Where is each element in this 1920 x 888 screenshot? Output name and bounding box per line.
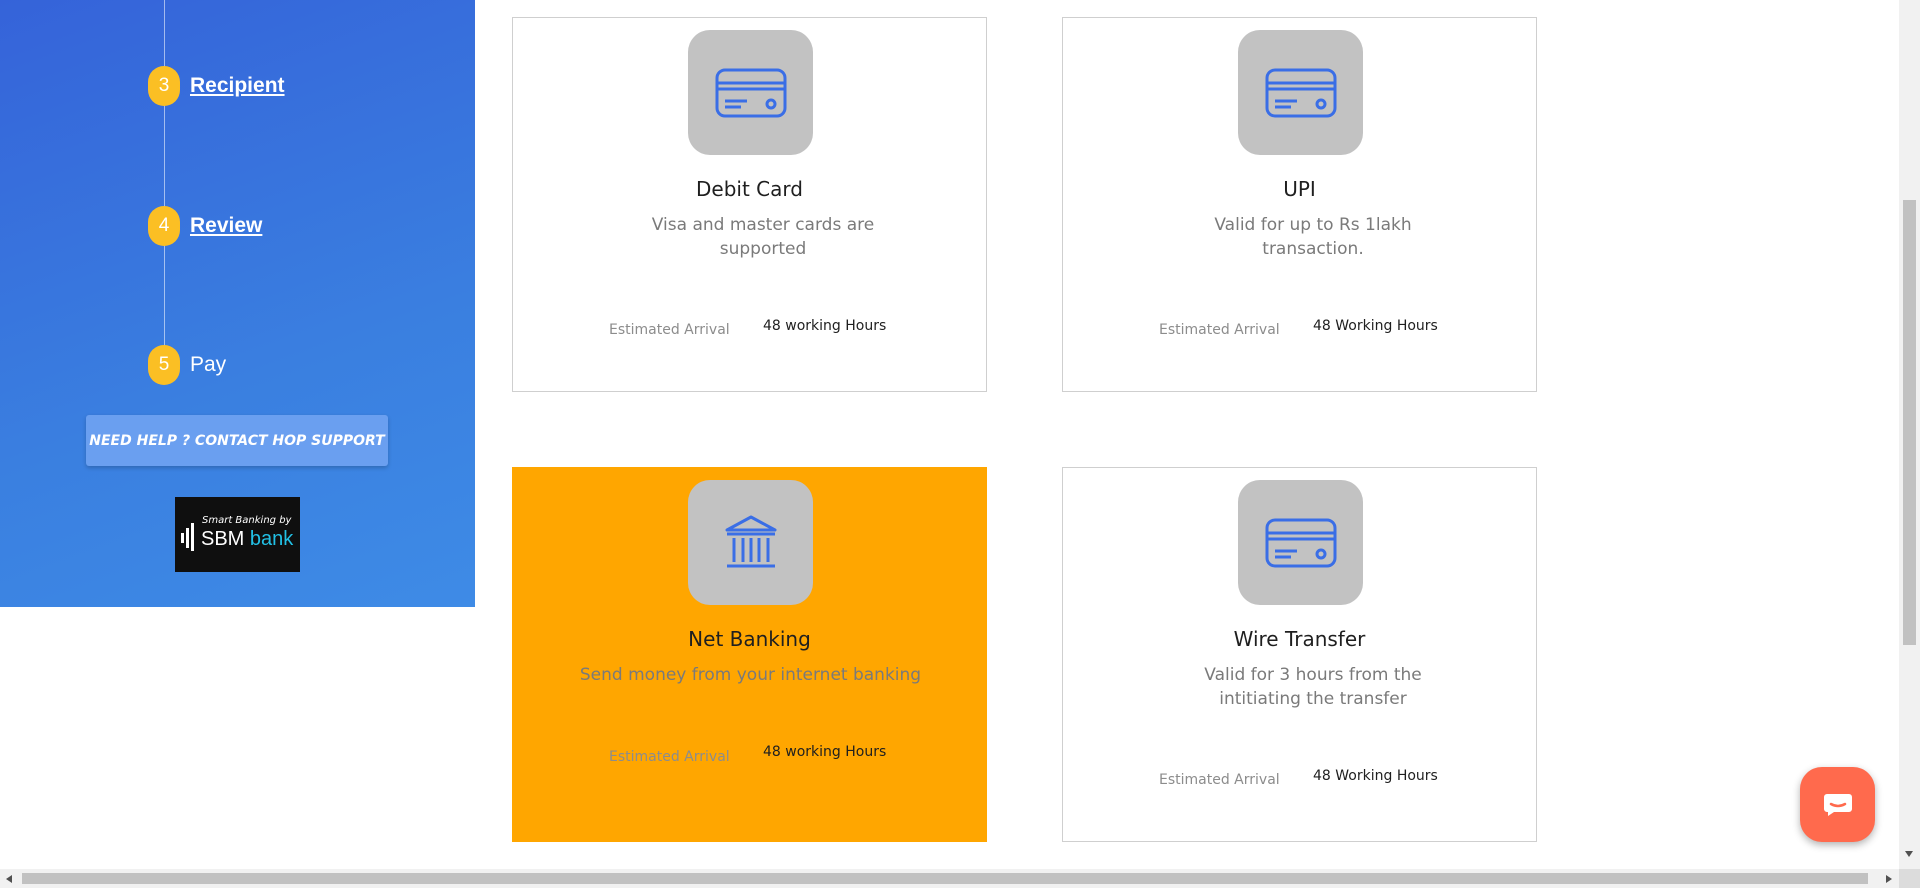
credit-card-icon xyxy=(715,68,786,117)
card-icon-tile xyxy=(688,30,813,155)
contact-support-button[interactable]: NEED HELP ? CONTACT HOP SUPPORT xyxy=(86,415,388,466)
logo-name-sub: bank xyxy=(249,528,294,550)
card-icon-tile xyxy=(1238,480,1363,605)
step-pay-label: Pay xyxy=(190,353,227,376)
logo-bars-icon xyxy=(181,523,194,551)
step-recipient-link[interactable]: Recipient xyxy=(190,74,285,98)
payment-option-debit-card[interactable]: Debit Card Visa and master cards are sup… xyxy=(512,17,987,392)
arrival-value: 48 working Hours xyxy=(763,318,887,334)
card-title: Wire Transfer xyxy=(1233,627,1366,651)
card-title: Debit Card xyxy=(696,177,803,201)
payment-option-wire-transfer[interactable]: Wire Transfer Valid for 3 hours from the… xyxy=(1062,467,1537,842)
credit-card-icon xyxy=(1265,68,1336,117)
chat-bubble-icon xyxy=(1823,793,1852,816)
arrival-value: 48 working Hours xyxy=(763,744,887,760)
arrival-value: 48 Working Hours xyxy=(1313,318,1438,334)
horizontal-scrollbar-thumb[interactable] xyxy=(22,873,1868,884)
vertical-scrollbar[interactable] xyxy=(1899,0,1920,869)
step-review[interactable]: 4 Review xyxy=(148,206,262,246)
timeline-line xyxy=(164,0,165,365)
arrival-label: Estimated Arrival xyxy=(609,749,730,765)
bank-icon xyxy=(725,515,776,567)
card-title: Net Banking xyxy=(688,627,811,651)
app-viewport: 3 Recipient 4 Review 5 Pay NEED HELP ? C… xyxy=(0,0,1920,888)
card-description: Valid for up to Rs 1lakh transaction. xyxy=(1214,215,1412,259)
logo-name-main: SBM xyxy=(201,528,245,550)
step-review-link[interactable]: Review xyxy=(190,214,262,238)
scroll-down-arrow-icon[interactable] xyxy=(1905,851,1913,857)
scrollbar-corner xyxy=(1899,869,1920,888)
arrival-label: Estimated Arrival xyxy=(1159,322,1280,338)
step-number-badge: 5 xyxy=(148,345,180,385)
step-number-badge: 4 xyxy=(148,206,180,246)
payment-option-upi[interactable]: UPI Valid for up to Rs 1lakh transaction… xyxy=(1062,17,1537,392)
chat-launcher-button[interactable] xyxy=(1800,767,1875,842)
scroll-right-arrow-icon[interactable] xyxy=(1886,875,1892,883)
card-description: Send money from your internet banking xyxy=(579,665,922,685)
arrival-label: Estimated Arrival xyxy=(1159,772,1280,788)
card-icon-tile xyxy=(1238,30,1363,155)
credit-card-icon xyxy=(1265,518,1336,567)
horizontal-scrollbar[interactable] xyxy=(0,869,1899,888)
card-icon-tile xyxy=(688,480,813,605)
logo-name: SBM bank xyxy=(201,528,293,551)
payment-option-net-banking[interactable]: Net Banking Send money from your interne… xyxy=(512,467,987,842)
vertical-scrollbar-thumb[interactable] xyxy=(1903,200,1916,645)
step-recipient[interactable]: 3 Recipient xyxy=(148,66,285,106)
arrival-label: Estimated Arrival xyxy=(609,322,730,338)
progress-sidebar: 3 Recipient 4 Review 5 Pay NEED HELP ? C… xyxy=(0,0,475,607)
card-description: Visa and master cards are supported xyxy=(651,215,875,259)
scroll-left-arrow-icon[interactable] xyxy=(6,875,12,883)
card-description: Valid for 3 hours from the intitiating t… xyxy=(1204,665,1422,709)
sbm-bank-logo: Smart Banking by SBM bank xyxy=(175,497,300,572)
arrival-value: 48 Working Hours xyxy=(1313,768,1438,784)
step-number-badge: 3 xyxy=(148,66,180,106)
logo-tagline: Smart Banking by xyxy=(202,515,292,526)
card-title: UPI xyxy=(1283,177,1316,201)
step-pay: 5 Pay xyxy=(148,345,226,385)
